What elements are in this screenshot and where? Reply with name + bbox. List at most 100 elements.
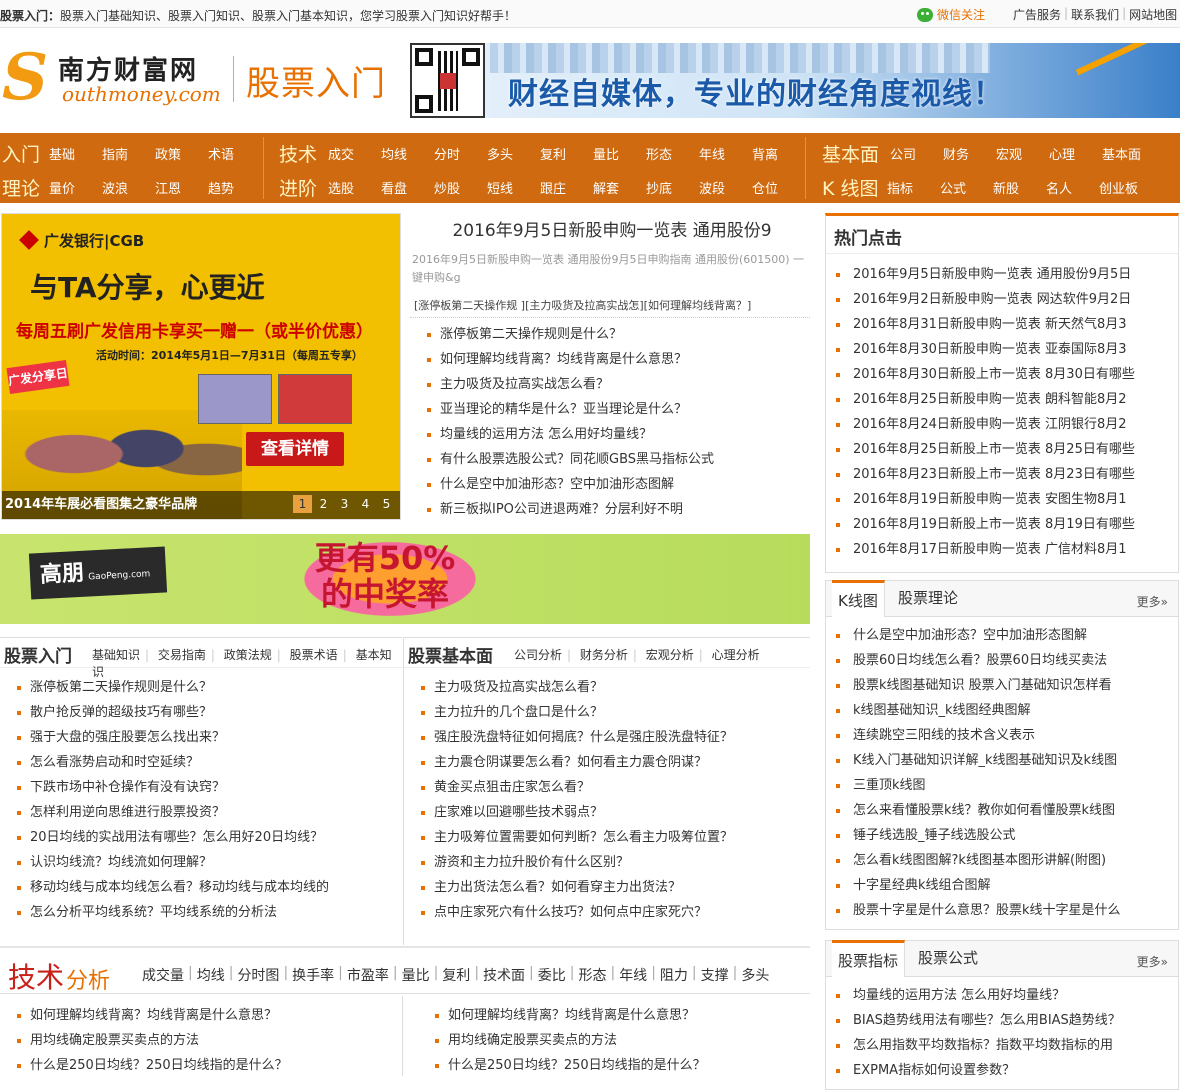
list-item[interactable]: 2016年9月5日新股申购一览表 通用股份9月5日 <box>826 262 1178 287</box>
slider-page-2[interactable]: 2 <box>314 495 333 513</box>
nav-cat-kline[interactable]: K 线图 <box>822 174 879 201</box>
nav-item[interactable]: 波段 <box>699 178 725 197</box>
headline-tags[interactable]: [涨停板第二天操作规 ][主力吸货及拉高实战怎][如何理解均线背离？] <box>410 297 810 315</box>
keyword-link[interactable]: 复利 <box>442 965 470 985</box>
keyword-link[interactable]: 市盈率 <box>347 965 389 985</box>
nav-item[interactable]: 量价 <box>49 178 75 197</box>
list-item[interactable]: 涨停板第二天操作规则是什么？ <box>0 675 402 700</box>
more-link[interactable]: 更多» <box>1137 593 1168 610</box>
list-item[interactable]: 股票k线图基础知识 股票入门基础知识怎样看 <box>826 673 1178 698</box>
list-item[interactable]: 点中庄家死穴有什么技巧？如何点中庄家死穴？ <box>404 900 810 925</box>
tab-indicator[interactable]: 股票指标 <box>832 940 906 977</box>
list-item[interactable]: 如何理解均线背离？均线背离是什么意思？ <box>410 347 810 372</box>
list-item[interactable]: 移动均线与成本均线怎么看？移动均线与成本均线的 <box>0 875 402 900</box>
slider-page-4[interactable]: 4 <box>356 495 375 513</box>
list-item[interactable]: 主力吸筹位置需要如何判断？怎么看主力吸筹位置？ <box>404 825 810 850</box>
nav-item[interactable]: 年线 <box>699 144 725 163</box>
section-title[interactable]: 股票入门 <box>4 642 72 667</box>
list-item[interactable]: 2016年9月2日新股申购一览表 网达软件9月2日 <box>826 287 1178 312</box>
nav-item[interactable]: 分时 <box>434 144 460 163</box>
keyword-link[interactable]: 分时图 <box>237 965 279 985</box>
keyword-link[interactable]: 换手率 <box>292 965 334 985</box>
nav-item[interactable]: 短线 <box>487 178 513 197</box>
list-item[interactable]: 2016年8月25日新股申购一览表 朗科智能8月2 <box>826 387 1178 412</box>
list-item[interactable]: 新三板拟IPO公司进退两难？分层利好不明 <box>410 497 810 522</box>
subnav-link[interactable]: 公司分析 <box>514 648 562 662</box>
subnav-link[interactable]: 交易指南 <box>158 648 206 662</box>
subnav-link[interactable]: 政策法规 <box>224 648 272 662</box>
nav-item[interactable]: 创业板 <box>1099 178 1138 197</box>
nav-item[interactable]: 心理 <box>1049 144 1075 163</box>
contact-link[interactable]: 联系我们 <box>1071 6 1119 23</box>
list-item[interactable]: 主力吸货及拉高实战怎么看？ <box>410 372 810 397</box>
nav-item[interactable]: 看盘 <box>381 178 407 197</box>
keyword-link[interactable]: 支撑 <box>701 965 729 985</box>
nav-cat-advanced[interactable]: 进阶 <box>279 174 317 201</box>
promo-slider[interactable]: 广发银行|CGB 与TA分享，心更近 每周五刷广发信用卡享买一赠一（或半价优惠）… <box>1 213 401 520</box>
list-item[interactable]: 主力吸货及拉高实战怎么看？ <box>404 675 810 700</box>
header-ad-banner[interactable]: 财经自媒体，专业的财经角度视线！ <box>410 43 1180 118</box>
list-item[interactable]: 十字星经典k线组合图解 <box>826 873 1178 898</box>
nav-item[interactable]: 江恩 <box>155 178 181 197</box>
tech-title[interactable]: 技术 <box>8 956 64 996</box>
wechat-follow-link[interactable]: 微信关注 <box>917 6 985 23</box>
keyword-link[interactable]: 委比 <box>538 965 566 985</box>
list-item[interactable]: 认识均线流？均线流如何理解？ <box>0 850 402 875</box>
list-item[interactable]: 2016年8月19日新股申购一览表 安图生物8月1 <box>826 487 1178 512</box>
nav-item[interactable]: 新股 <box>993 178 1019 197</box>
list-item[interactable]: 游资和主力拉升股价有什么区别？ <box>404 850 810 875</box>
subnav-link[interactable]: 基础知识 <box>92 648 140 662</box>
nav-cat-theory[interactable]: 理论 <box>2 174 40 201</box>
list-item[interactable]: 股票60日均线怎么看？股票60日均线买卖法 <box>826 648 1178 673</box>
list-item[interactable]: 有什么股票选股公式？同花顺GBS黑马指标公式 <box>410 447 810 472</box>
keyword-link[interactable]: 技术面 <box>483 965 525 985</box>
nav-item[interactable]: 炒股 <box>434 178 460 197</box>
list-item[interactable]: 三重顶k线图 <box>826 773 1178 798</box>
nav-cat-tech[interactable]: 技术 <box>279 140 317 167</box>
list-item[interactable]: 用均线确定股票买卖点的方法 <box>0 1028 402 1053</box>
subnav-link[interactable]: 宏观分析 <box>646 648 694 662</box>
list-item[interactable]: 2016年8月31日新股申购一览表 新天然气8月3 <box>826 312 1178 337</box>
nav-item[interactable]: 指南 <box>102 144 128 163</box>
list-item[interactable]: 连续跳空三阳线的技术含义表示 <box>826 723 1178 748</box>
tab-formula[interactable]: 股票公式 <box>918 947 978 968</box>
site-logo[interactable]: S 南方财富网 outhmoney.com <box>2 44 234 116</box>
nav-item[interactable]: 解套 <box>593 178 619 197</box>
list-item[interactable]: 锤子线选股_锤子线选股公式 <box>826 823 1178 848</box>
nav-item[interactable]: 宏观 <box>996 144 1022 163</box>
nav-item[interactable]: 跟庄 <box>540 178 566 197</box>
sitemap-link[interactable]: 网站地图 <box>1129 6 1177 23</box>
nav-item[interactable]: 仓位 <box>752 178 778 197</box>
keyword-link[interactable]: 阻力 <box>660 965 688 985</box>
nav-cat-intro[interactable]: 入门 <box>2 140 40 167</box>
list-item[interactable]: BIAS趋势线用法有哪些？怎么用BIAS趋势线？ <box>826 1008 1178 1033</box>
list-item[interactable]: 均量线的运用方法 怎么用好均量线？ <box>826 983 1178 1008</box>
list-item[interactable]: 20日均线的实战用法有哪些？怎么用好20日均线？ <box>0 825 402 850</box>
slider-page-5[interactable]: 5 <box>377 495 396 513</box>
nav-item[interactable]: 基本面 <box>1102 144 1141 163</box>
nav-item[interactable]: 成交 <box>328 144 354 163</box>
nav-item[interactable]: 复利 <box>540 144 566 163</box>
list-item[interactable]: 2016年8月19日新股上市一览表 8月19日有哪些 <box>826 512 1178 537</box>
keyword-link[interactable]: 年线 <box>619 965 647 985</box>
list-item[interactable]: 强于大盘的强庄股要怎么找出来？ <box>0 725 402 750</box>
keyword-link[interactable]: 多头 <box>741 965 769 985</box>
nav-item[interactable]: 量比 <box>593 144 619 163</box>
list-item[interactable]: 怎样利用逆向思维进行股票投资？ <box>0 800 402 825</box>
nav-item[interactable]: 选股 <box>328 178 354 197</box>
slider-page-3[interactable]: 3 <box>335 495 354 513</box>
list-item[interactable]: 怎么看k线图图解?k线图基本图形讲解(附图) <box>826 848 1178 873</box>
tab-kline[interactable]: K线图 <box>832 580 885 617</box>
slider-page-1[interactable]: 1 <box>293 495 312 513</box>
nav-item[interactable]: 波浪 <box>102 178 128 197</box>
list-item[interactable]: 什么是空中加油形态？空中加油形态图解 <box>826 623 1178 648</box>
nav-item[interactable]: 公司 <box>890 144 916 163</box>
keyword-link[interactable]: 成交量 <box>142 965 184 985</box>
list-item[interactable]: 庄家难以回避哪些技术弱点？ <box>404 800 810 825</box>
keyword-link[interactable]: 量比 <box>402 965 430 985</box>
nav-cat-fundamental[interactable]: 基本面 <box>822 140 879 167</box>
list-item[interactable]: 散户抢反弹的超级技巧有哪些？ <box>0 700 402 725</box>
list-item[interactable]: 均量线的运用方法 怎么用好均量线？ <box>410 422 810 447</box>
list-item[interactable]: 2016年8月30日新股申购一览表 亚泰国际8月3 <box>826 337 1178 362</box>
list-item[interactable]: EXPMA指标如何设置参数？ <box>826 1058 1178 1083</box>
